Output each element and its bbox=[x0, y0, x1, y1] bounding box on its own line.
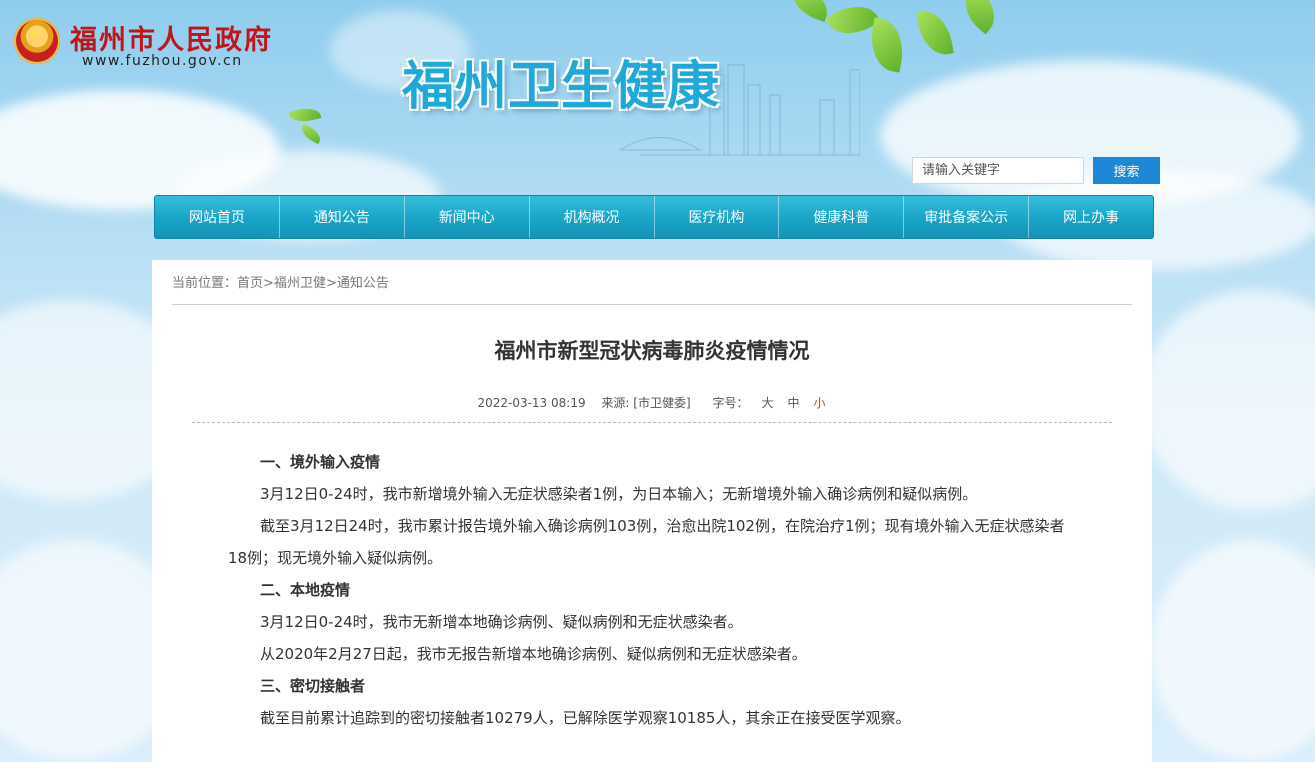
section-heading: 三、密切接触者 bbox=[260, 677, 366, 695]
nav-news[interactable]: 新闻中心 bbox=[405, 196, 530, 238]
breadcrumb-separator: > bbox=[325, 276, 337, 291]
gov-url[interactable]: www.fuzhou.gov.cn bbox=[82, 53, 243, 69]
nav-medical-institutions[interactable]: 医疗机构 bbox=[655, 196, 780, 238]
font-size-medium[interactable]: 中 bbox=[788, 396, 800, 410]
article-source: 来源: [市卫健委] bbox=[601, 396, 691, 410]
nav-online-services[interactable]: 网上办事 bbox=[1029, 196, 1153, 238]
article-meta: 2022-03-13 08:19 来源: [市卫健委] 字号： 大中小 bbox=[152, 394, 1152, 411]
paragraph: 3月12日0-24时，我市新增境外输入无症状感染者1例，为日本输入；无新增境外输… bbox=[260, 485, 978, 503]
section-heading: 二、本地疫情 bbox=[260, 581, 351, 599]
article-title: 福州市新型冠状病毒肺炎疫情情况 bbox=[494, 339, 810, 363]
paragraph: 3月12日0-24时，我市无新增本地确诊病例、疑似病例和无症状感染者。 bbox=[260, 613, 743, 631]
breadcrumb-notices[interactable]: 通知公告 bbox=[337, 276, 389, 291]
city-skyline-icon bbox=[620, 64, 860, 156]
breadcrumb-fuzhou-health[interactable]: 福州卫健 bbox=[274, 276, 326, 291]
font-size-label: 字号： bbox=[712, 396, 749, 410]
breadcrumb: 当前位置：首页>福州卫健>通知公告 bbox=[172, 272, 389, 291]
search-button[interactable]: 搜索 bbox=[1093, 157, 1160, 184]
gov-name[interactable]: 福州市人民政府 bbox=[70, 18, 273, 57]
search-input[interactable] bbox=[912, 157, 1084, 184]
meta-divider bbox=[192, 422, 1112, 423]
paragraph: 截至3月12日24时，我市累计报告境外输入确诊病例103例，治愈出院102例，在… bbox=[228, 517, 1065, 567]
breadcrumb-prefix: 当前位置： bbox=[172, 276, 238, 291]
font-size-small[interactable]: 小 bbox=[814, 396, 826, 410]
breadcrumb-home[interactable]: 首页 bbox=[237, 276, 263, 291]
breadcrumb-divider bbox=[172, 304, 1132, 305]
article-container: 当前位置：首页>福州卫健>通知公告 福州市新型冠状病毒肺炎疫情情况 2022-0… bbox=[152, 260, 1152, 762]
nav-home[interactable]: 网站首页 bbox=[155, 196, 280, 238]
article-body: 一、境外输入疫情 3月12日0-24时，我市新增境外输入无症状感染者1例，为日本… bbox=[228, 446, 1068, 734]
section-heading: 一、境外输入疫情 bbox=[260, 453, 381, 471]
paragraph: 截至目前累计追踪到的密切接触者10279人，已解除医学观察10185人，其余正在… bbox=[260, 709, 911, 727]
breadcrumb-separator: > bbox=[263, 276, 274, 291]
font-size-large[interactable]: 大 bbox=[762, 396, 774, 410]
main-nav: 网站首页 通知公告 新闻中心 机构概况 医疗机构 健康科普 审批备案公示 网上办… bbox=[154, 195, 1154, 239]
paragraph: 从2020年2月27日起，我市无报告新增本地确诊病例、疑似病例和无症状感染者。 bbox=[260, 645, 807, 663]
nav-approval-publicity[interactable]: 审批备案公示 bbox=[904, 196, 1030, 238]
nav-notices[interactable]: 通知公告 bbox=[280, 196, 405, 238]
national-emblem-icon[interactable]: ★ bbox=[14, 18, 60, 64]
nav-health-science[interactable]: 健康科普 bbox=[779, 196, 905, 238]
nav-organization[interactable]: 机构概况 bbox=[530, 196, 655, 238]
site-header: ★ 福州市人民政府 www.fuzhou.gov.cn 福州卫生健康 搜索 网站… bbox=[0, 0, 1315, 258]
article-date: 2022-03-13 08:19 bbox=[477, 396, 586, 410]
